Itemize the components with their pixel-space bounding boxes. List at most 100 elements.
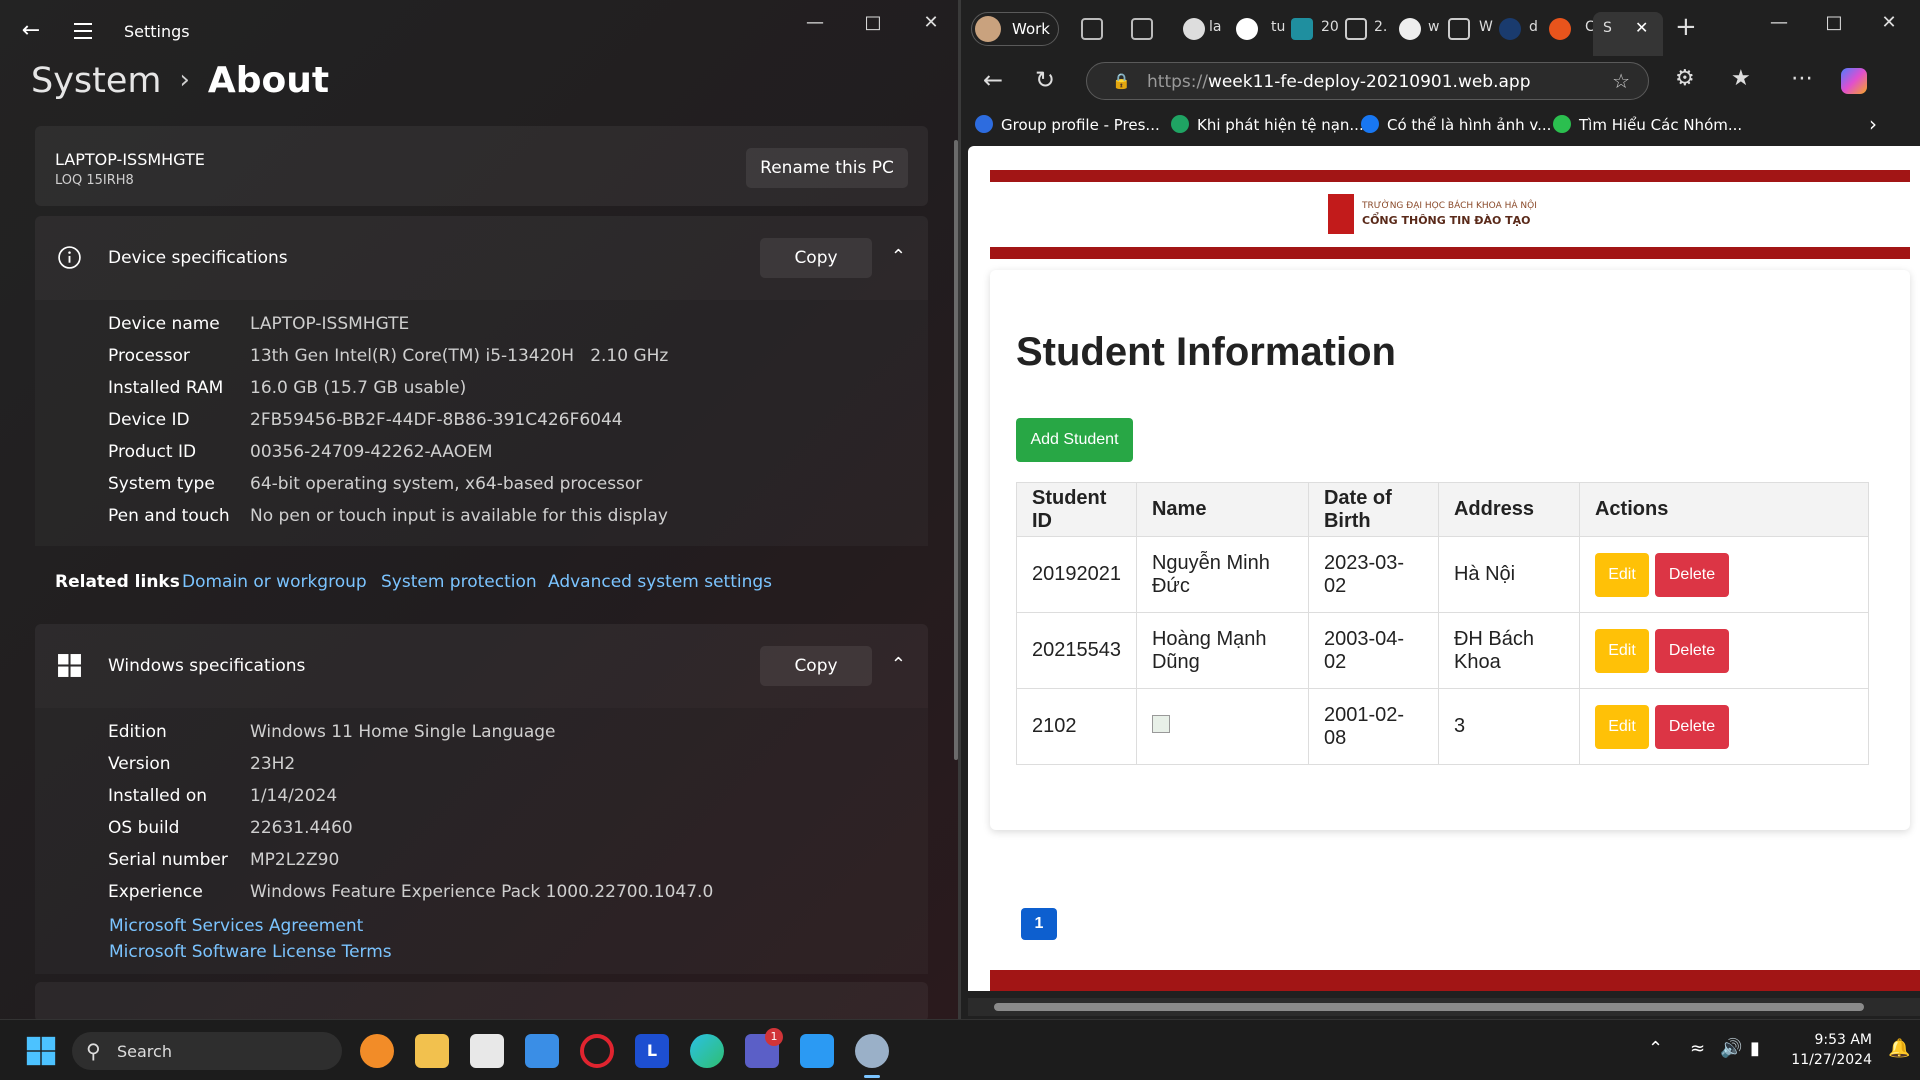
app-icon-orange[interactable] [360, 1034, 394, 1068]
github-icon[interactable] [1183, 18, 1205, 40]
edit-button[interactable]: Edit [1594, 552, 1649, 597]
github-icon[interactable] [1236, 18, 1258, 40]
close-icon[interactable]: ✕ [908, 8, 954, 38]
volume-icon[interactable]: 🔊 [1720, 1038, 1742, 1059]
spec-value: No pen or touch input is available for t… [250, 506, 668, 526]
hamburger-menu-icon[interactable] [70, 18, 96, 44]
scrollbar-thumb[interactable] [994, 1003, 1864, 1011]
back-arrow-icon[interactable]: ← [983, 66, 1003, 94]
delete-button[interactable]: Delete [1654, 628, 1729, 673]
delete-button[interactable]: Delete [1654, 704, 1729, 749]
column-header: Student ID [1016, 482, 1137, 537]
tab-close-icon[interactable]: ✕ [1635, 18, 1648, 37]
active-tab[interactable]: S ✕ [1593, 12, 1663, 56]
file-explorer-icon[interactable] [415, 1034, 449, 1068]
cell-student-id: 20215543 [1016, 612, 1137, 689]
chevron-up-icon[interactable]: ⌃ [891, 246, 906, 267]
feather-icon[interactable] [1399, 18, 1421, 40]
copy-windows-specs-button[interactable]: Copy [760, 646, 872, 686]
table-header-row: Student ID Name Date of Birth Address Ac… [1016, 482, 1870, 537]
document-icon[interactable] [1345, 18, 1367, 40]
new-tab-icon[interactable]: + [1675, 12, 1697, 42]
horizontal-scrollbar[interactable] [968, 998, 1920, 1016]
system-protection-link[interactable]: System protection [381, 572, 537, 592]
services-agreement-link[interactable]: Microsoft Services Agreement [109, 916, 363, 936]
add-student-button[interactable]: Add Student [1016, 418, 1133, 462]
favorite-item[interactable]: Group profile - Pres... [975, 115, 1160, 134]
fire-icon[interactable] [1549, 18, 1571, 40]
rename-pc-button[interactable]: Rename this PC [746, 148, 908, 188]
spec-value: 16.0 GB (15.7 GB usable) [250, 378, 467, 398]
chevron-up-icon[interactable]: ⌃ [1648, 1038, 1663, 1059]
chevron-right-icon[interactable]: › [1869, 112, 1877, 136]
notifications-bell-icon[interactable]: 🔔 [1888, 1038, 1910, 1059]
minimize-icon[interactable]: — [792, 8, 838, 38]
address-bar[interactable]: 🔒 https://week11-fe-deploy-20210901.web.… [1086, 62, 1649, 100]
tab-label[interactable]: 2. [1374, 19, 1387, 35]
lock-icon[interactable]: 🔒 [1112, 72, 1131, 90]
windows-specs-header[interactable]: Windows specifications Copy ⌃ [35, 624, 928, 708]
microsoft-store-icon[interactable] [470, 1034, 504, 1068]
more-menu-icon[interactable]: ⋯ [1791, 66, 1813, 91]
back-arrow-icon[interactable]: ← [18, 18, 44, 44]
favorite-item[interactable]: Có thể là hình ảnh v... [1361, 115, 1551, 134]
pagination-page-button[interactable]: 1 [1021, 908, 1057, 940]
edge-icon[interactable] [690, 1034, 724, 1068]
tab-label[interactable]: W [1479, 19, 1493, 35]
spec-value: Windows Feature Experience Pack 1000.227… [250, 882, 714, 902]
maximize-icon[interactable]: □ [850, 8, 896, 38]
maximize-icon[interactable]: □ [1811, 8, 1857, 38]
wifi-icon[interactable]: ≈ [1690, 1038, 1705, 1059]
url-text[interactable]: https://week11-fe-deploy-20210901.web.ap… [1147, 72, 1531, 92]
breadcrumb: System › About [31, 60, 329, 101]
tab-label[interactable]: tu [1271, 19, 1285, 35]
copilot-icon[interactable] [1841, 68, 1867, 94]
column-header: Address [1437, 482, 1580, 537]
close-icon[interactable]: ✕ [1866, 8, 1912, 38]
license-terms-link[interactable]: Microsoft Software License Terms [109, 942, 392, 962]
document-icon[interactable] [1448, 18, 1470, 40]
favorites-icon[interactable]: ★ [1731, 66, 1751, 91]
l-app-icon[interactable]: L [635, 1034, 669, 1068]
opera-icon[interactable] [580, 1034, 614, 1068]
spec-key: Processor [108, 346, 190, 366]
tab-label[interactable]: w [1428, 19, 1439, 35]
header-bar-bottom [990, 247, 1910, 259]
pen-app-icon[interactable] [525, 1034, 559, 1068]
extensions-icon[interactable]: ⚙ [1675, 66, 1695, 91]
edit-button[interactable]: Edit [1594, 704, 1649, 749]
device-specs-header[interactable]: Device specifications Copy ⌃ [35, 216, 928, 300]
clock[interactable]: 9:53 AM 11/27/2024 [1791, 1030, 1872, 1070]
battery-icon[interactable]: ▮ [1750, 1038, 1760, 1059]
settings-gear-icon[interactable] [855, 1034, 889, 1068]
favorite-item[interactable]: Tìm Hiểu Các Nhóm... [1553, 115, 1742, 134]
vscode-icon[interactable] [800, 1034, 834, 1068]
start-windows-icon[interactable] [24, 1034, 58, 1068]
tab-label[interactable]: la [1209, 19, 1221, 35]
table-row: 20215543 Hoàng Mạnh Dũng 2003-04-02 ĐH B… [1016, 612, 1870, 689]
copy-device-specs-button[interactable]: Copy [760, 238, 872, 278]
device-specs-section: Device specifications Copy ⌃ Device name… [35, 216, 928, 546]
favorite-star-icon[interactable]: ☆ [1612, 69, 1630, 93]
active-app-indicator [864, 1075, 880, 1078]
delete-button[interactable]: Delete [1654, 552, 1729, 597]
breadcrumb-system[interactable]: System [31, 61, 162, 101]
chevron-up-icon[interactable]: ⌃ [891, 654, 906, 675]
sharepoint-icon[interactable] [1291, 18, 1313, 40]
support-section-partial [35, 982, 928, 1019]
cell-name: Nguyễn Minh Đức [1135, 536, 1309, 613]
tab-label[interactable]: 20 [1321, 19, 1339, 35]
edit-button[interactable]: Edit [1594, 628, 1649, 673]
refresh-icon[interactable]: ↻ [1035, 66, 1055, 94]
minimize-icon[interactable]: — [1756, 8, 1802, 38]
taskbar-search[interactable]: ⚲ Search [72, 1032, 342, 1070]
advanced-system-settings-link[interactable]: Advanced system settings [548, 572, 772, 592]
favorite-item[interactable]: Khi phát hiện tệ nạn... [1171, 115, 1364, 134]
clock-time: 9:53 AM [1814, 1032, 1872, 1048]
site-icon[interactable] [1499, 18, 1521, 40]
profile-button[interactable]: Work [971, 12, 1059, 46]
workspaces-icon[interactable] [1081, 18, 1103, 40]
tab-actions-icon[interactable] [1131, 18, 1153, 40]
domain-workgroup-link[interactable]: Domain or workgroup [182, 572, 367, 592]
tab-label[interactable]: d [1529, 19, 1538, 35]
